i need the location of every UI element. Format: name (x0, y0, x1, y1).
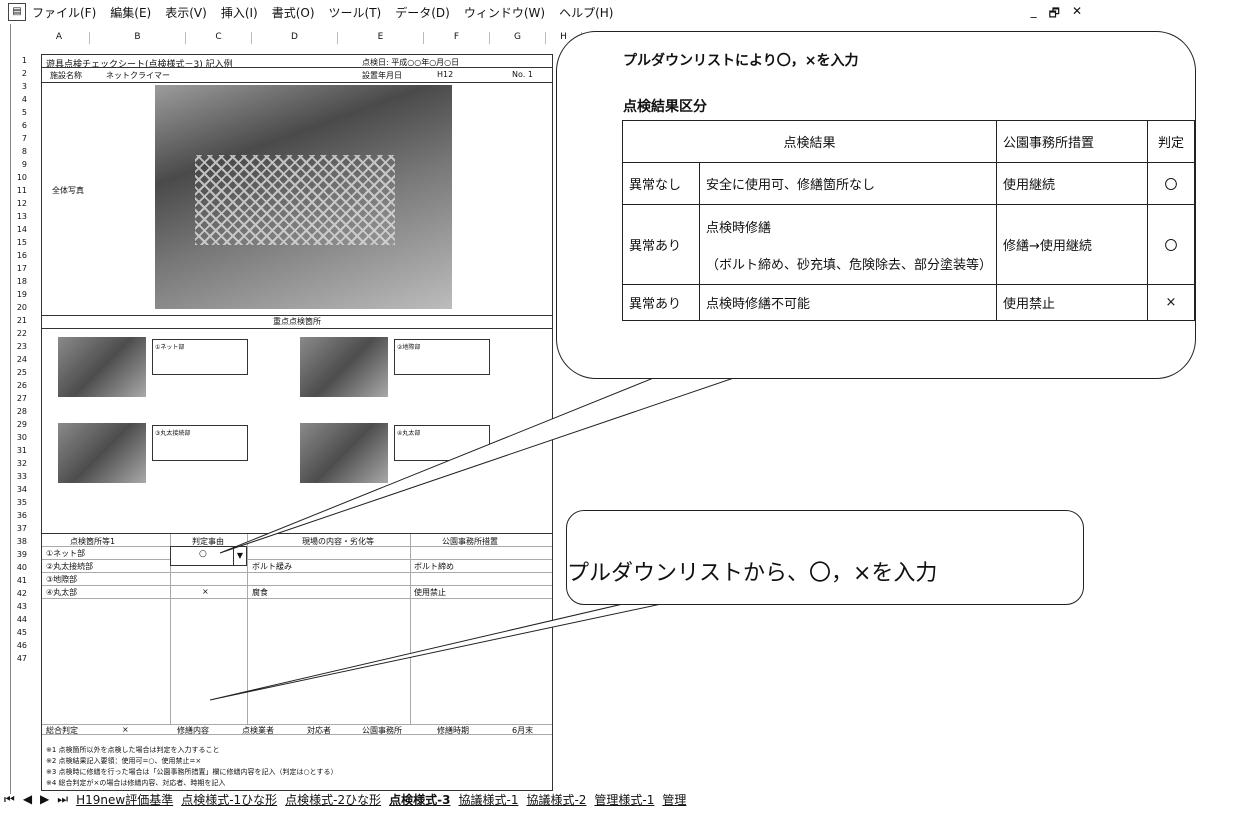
tab-inspection-3[interactable]: 点検様式-3 (385, 790, 455, 808)
callout-bottom: プルダウンリストから、〇，×を入力 (566, 510, 1084, 605)
prev-sheet-icon[interactable]: ◀ (23, 792, 32, 806)
callout-top-line2: 点検結果区分 (623, 99, 707, 115)
tab-inspection-2[interactable]: 点検様式-2ひな形 (281, 791, 385, 808)
r1-desc: 安全に使用可、修繕箇所なし (699, 162, 997, 205)
r2-desc: 点検時修繕 (706, 220, 772, 236)
r2-judge: 〇 (1147, 204, 1195, 285)
r3-desc: 点検時修繕不可能 (699, 284, 997, 321)
th-judge: 判定 (1147, 120, 1195, 163)
r1-action: 使用継続 (996, 162, 1148, 205)
result-category-table: 点検結果 公園事務所措置 判定 異常なし 安全に使用可、修繕箇所なし 使用継続 … (622, 120, 1195, 321)
r1-judge: 〇 (1147, 162, 1195, 205)
tab-manage-1[interactable]: 管理様式-1 (590, 791, 658, 808)
callout-bottom-text: プルダウンリストから、〇，×を入力 (567, 561, 938, 586)
next-sheet-icon[interactable]: ▶ (40, 792, 49, 806)
r3-judge: × (1147, 284, 1195, 321)
tab-consult-1[interactable]: 協議様式-1 (454, 791, 522, 808)
th-result: 点検結果 (622, 120, 997, 163)
tab-h19new[interactable]: H19new評価基準 (72, 791, 177, 808)
r2-action: 修繕→使用継続 (996, 204, 1148, 285)
tab-consult-2[interactable]: 協議様式-2 (522, 791, 590, 808)
callout-top-line1: プルダウンリストにより〇，×を入力 (623, 53, 859, 69)
sheet-tab-bar: ⏮ ◀ ▶ ⏭ H19new評価基準 点検様式-1ひな形 点検様式-2ひな形 点… (0, 790, 1100, 808)
r3-status: 異常あり (622, 284, 700, 321)
callout-bottom-pointer (209, 599, 681, 701)
r2-desc-cell: 点検時修繕 （ボルト締め、砂充填、危険除去、部分塗装等） (699, 204, 997, 285)
callout-top: プルダウンリストにより〇，×を入力 点検結果区分 点検結果 公園事務所措置 判定… (556, 31, 1196, 379)
r1-status: 異常なし (622, 162, 700, 205)
tab-inspection-1[interactable]: 点検様式-1ひな形 (177, 791, 281, 808)
r3-action: 使用禁止 (996, 284, 1148, 321)
first-sheet-icon[interactable]: ⏮ (4, 792, 15, 807)
r2-desc2: （ボルト締め、砂充填、危険除去、部分塗装等） (706, 257, 993, 273)
last-sheet-icon[interactable]: ⏭ (57, 792, 68, 807)
th-office-action: 公園事務所措置 (996, 120, 1148, 163)
r2-status: 異常あり (622, 204, 700, 285)
tab-manage[interactable]: 管理 (658, 791, 690, 808)
